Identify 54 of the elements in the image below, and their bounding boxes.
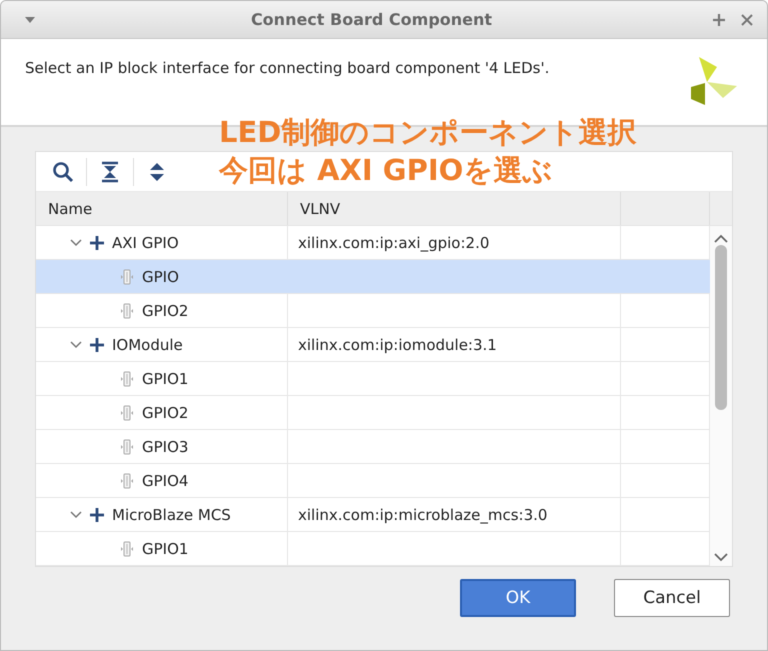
column-header[interactable]: VLNV: [288, 192, 621, 225]
tree-item-label: GPIO3: [142, 438, 188, 456]
tree-row[interactable]: IOModule xilinx.com:ip:iomodule:3.1: [36, 328, 710, 362]
window-title: Connect Board Component: [250, 10, 494, 29]
cancel-button[interactable]: Cancel: [614, 579, 730, 617]
ip-block-icon: [90, 338, 104, 352]
tree-item-label: GPIO: [142, 268, 179, 286]
scroll-down-icon[interactable]: [714, 553, 728, 562]
message-text: Select an IP block interface for connecting board component '4 LEDs'.: [25, 58, 550, 79]
tree-row[interactable]: GPIO1: [36, 362, 710, 396]
vlnv-text: xilinx.com:ip:iomodule:3.1: [298, 336, 497, 354]
column-header[interactable]: Name: [36, 192, 288, 225]
tree-row[interactable]: AXI GPIO xilinx.com:ip:axi_gpio:2.0: [36, 226, 710, 260]
ok-button[interactable]: OK: [460, 579, 576, 617]
tree-item-label: GPIO2: [142, 404, 188, 422]
tree-row[interactable]: GPIO2: [36, 396, 710, 430]
scroll-thumb[interactable]: [715, 245, 727, 410]
tree-item-label: GPIO4: [142, 472, 188, 490]
interface-port-icon: [120, 404, 134, 420]
vlnv-text: xilinx.com:ip:microblaze_mcs:3.0: [298, 506, 548, 524]
close-icon[interactable]: [741, 14, 753, 26]
tree-row[interactable]: GPIO2: [36, 294, 710, 328]
ip-block-icon: [90, 508, 104, 522]
tree-item-label: IOModule: [112, 336, 183, 354]
search-icon[interactable]: [52, 160, 74, 182]
expanded-chevron-icon[interactable]: [70, 340, 82, 350]
tree-item-label: MicroBlaze MCS: [112, 506, 231, 524]
vertical-scrollbar[interactable]: [710, 226, 732, 566]
collapse-all-icon[interactable]: [99, 160, 121, 182]
tree-item-label: GPIO1: [142, 370, 188, 388]
interface-port-icon: [120, 370, 134, 386]
interface-port-icon: [120, 472, 134, 488]
interface-port-icon: [120, 268, 134, 284]
logo-icon: [689, 57, 739, 107]
tree-row[interactable]: GPIO1: [36, 532, 710, 566]
tree-item-label: GPIO1: [142, 540, 188, 558]
maximize-icon[interactable]: [713, 14, 725, 26]
interface-port-icon: [120, 438, 134, 454]
expanded-chevron-icon[interactable]: [70, 238, 82, 248]
annotation-text: 今回は AXI GPIOを選ぶ: [219, 152, 554, 189]
tree-item-label: AXI GPIO: [112, 234, 179, 252]
tree-row[interactable]: GPIO4: [36, 464, 710, 498]
tree-row[interactable]: GPIO: [36, 260, 710, 294]
vlnv-text: xilinx.com:ip:axi_gpio:2.0: [298, 234, 490, 252]
menu-caret-icon[interactable]: [24, 16, 36, 24]
expanded-chevron-icon[interactable]: [70, 510, 82, 520]
ip-block-icon: [90, 236, 104, 250]
tree-row[interactable]: MicroBlaze MCS xilinx.com:ip:microblaze_mcs:3.0: [36, 498, 710, 532]
tree-row[interactable]: GPIO3: [36, 430, 710, 464]
interface-port-icon: [120, 302, 134, 318]
interface-port-icon: [120, 540, 134, 556]
annotation-text: LED制御のコンポーネント選択: [219, 114, 636, 151]
scroll-up-icon[interactable]: [714, 234, 728, 243]
tree-item-label: GPIO2: [142, 302, 188, 320]
